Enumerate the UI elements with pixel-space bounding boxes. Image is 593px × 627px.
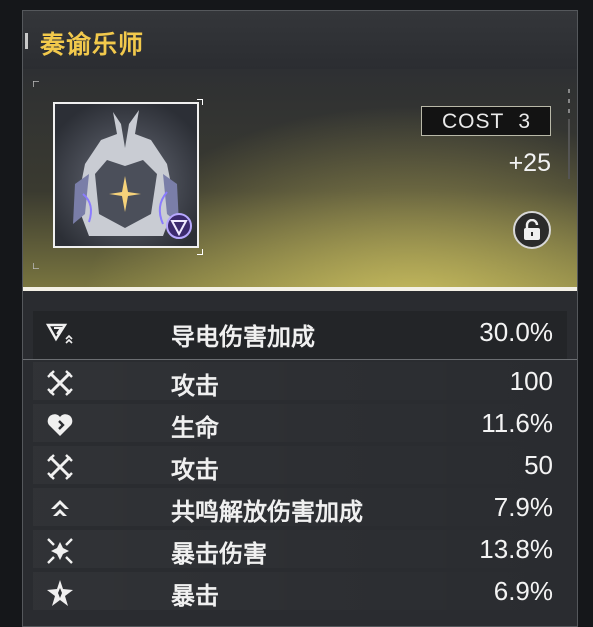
stat-value: 7.9% <box>493 492 553 522</box>
stat-value: 6.9% <box>493 576 553 606</box>
stat-name: 攻击 <box>171 372 219 400</box>
stats-list: 导电伤害加成 30.0% 攻击 100 生命 11.6% 攻击 50 共鸣解放伤… <box>23 311 577 612</box>
crit-rate-icon <box>47 580 73 606</box>
stat-name: 共鸣解放伤害加成 <box>171 498 363 526</box>
scroll-indicator-icon <box>568 89 570 179</box>
cost-label: COST <box>441 110 505 133</box>
stat-value: 100 <box>509 366 553 396</box>
stat-value: 50 <box>524 450 553 480</box>
resonance-liberation-icon <box>51 500 69 516</box>
main-stat-row: 导电伤害加成 30.0% <box>23 311 577 360</box>
stat-name: 生命 <box>171 414 219 442</box>
cost-badge: COST 3 <box>421 106 551 136</box>
row-background <box>33 362 567 400</box>
echo-name: 奏谕乐师 <box>40 30 145 59</box>
electro-damage-icon <box>45 323 73 344</box>
echo-hero-panel: COST 3 +25 <box>23 69 577 291</box>
sub-stat-row: 攻击 50 <box>23 444 577 486</box>
stat-value: 13.8% <box>479 534 553 564</box>
stat-name: 攻击 <box>171 456 219 484</box>
echo-card: 奏谕乐师 COST 3 +25 导电伤害加成 30.0% 攻击 100 生命 1… <box>22 10 578 627</box>
lock-toggle-button[interactable] <box>513 211 551 249</box>
stat-name: 暴击 <box>171 582 219 610</box>
hero-divider <box>23 287 577 291</box>
sub-stat-row: 暴击 6.9% <box>23 570 577 612</box>
attack-swords-icon <box>47 454 73 480</box>
row-background <box>33 572 567 610</box>
corner-mark-icon <box>33 263 39 269</box>
lock-open-icon <box>524 219 540 240</box>
corner-mark-icon <box>33 81 39 87</box>
sub-stat-row: 共鸣解放伤害加成 7.9% <box>23 486 577 528</box>
sub-stat-row: 生命 11.6% <box>23 402 577 444</box>
corner-mark-icon <box>197 249 203 255</box>
stat-name: 暴击伤害 <box>171 540 267 568</box>
echo-portrait[interactable] <box>53 102 199 248</box>
echo-level: +25 <box>508 149 551 177</box>
stat-name: 导电伤害加成 <box>171 323 315 351</box>
title-bar: 奏谕乐师 <box>23 11 577 69</box>
crit-damage-icon <box>47 538 73 564</box>
hp-heart-icon <box>47 414 73 436</box>
attack-swords-icon <box>47 370 73 396</box>
stat-value: 11.6% <box>481 408 553 438</box>
stat-value: 30.0% <box>479 317 553 347</box>
title-accent-mark <box>25 33 28 49</box>
sub-stat-row: 暴击伤害 13.8% <box>23 528 577 570</box>
row-background <box>33 446 567 484</box>
sub-stat-row: 攻击 100 <box>23 360 577 402</box>
echo-figure-image <box>55 104 197 246</box>
cost-value: 3 <box>518 110 531 133</box>
